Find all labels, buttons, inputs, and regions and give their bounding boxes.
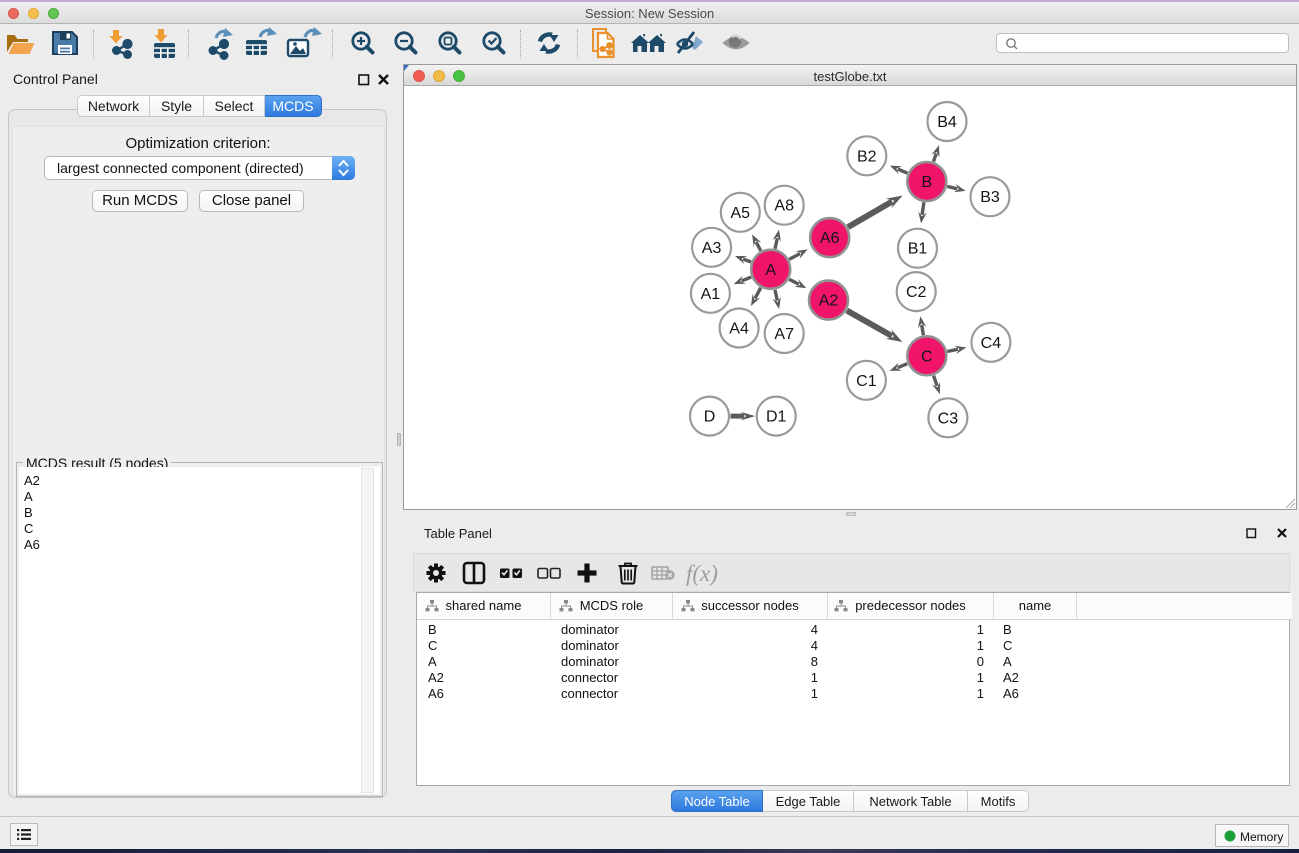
svg-text:C3: C3 xyxy=(938,410,959,427)
svg-text:A1: A1 xyxy=(701,286,721,303)
svg-text:D: D xyxy=(704,409,716,426)
svg-text:B: B xyxy=(921,174,932,191)
svg-text:C4: C4 xyxy=(981,335,1002,352)
svg-text:D1: D1 xyxy=(766,409,787,426)
svg-text:B1: B1 xyxy=(908,241,928,258)
svg-text:B3: B3 xyxy=(980,189,1000,206)
svg-text:f(x): f(x) xyxy=(686,561,718,586)
svg-text:B4: B4 xyxy=(937,114,957,131)
svg-text:A5: A5 xyxy=(731,205,751,222)
svg-text:A2: A2 xyxy=(819,293,839,310)
svg-text:B2: B2 xyxy=(857,148,877,165)
svg-text:A7: A7 xyxy=(774,326,794,343)
svg-text:C2: C2 xyxy=(906,284,927,301)
svg-text:A: A xyxy=(765,262,776,279)
svg-text:C: C xyxy=(921,348,933,365)
svg-text:A4: A4 xyxy=(729,321,749,338)
svg-text:A8: A8 xyxy=(774,198,794,215)
svg-text:A6: A6 xyxy=(820,230,840,247)
svg-text:A3: A3 xyxy=(702,240,722,257)
svg-text:C1: C1 xyxy=(856,373,877,390)
